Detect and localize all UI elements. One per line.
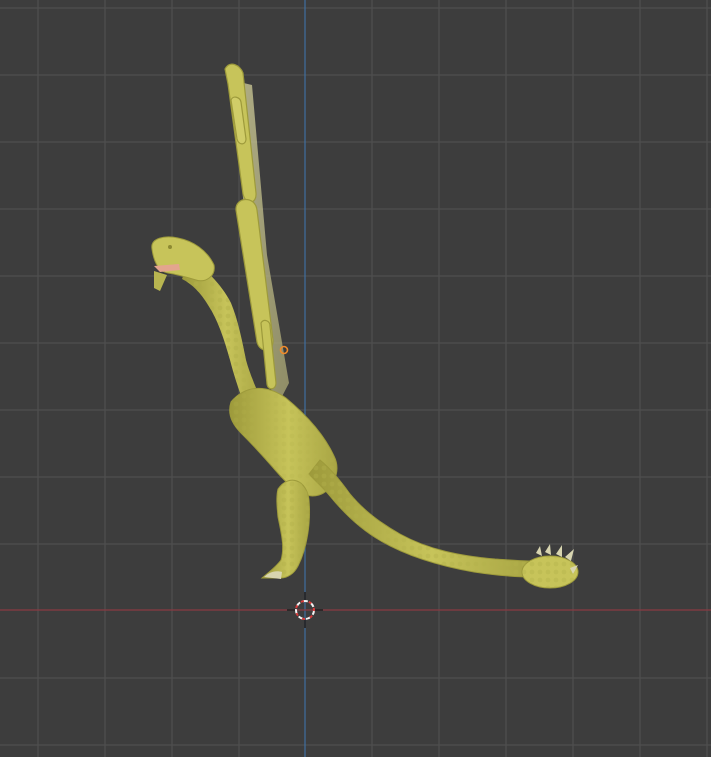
3d-cursor-icon[interactable] [0, 0, 711, 757]
3d-viewport[interactable] [0, 0, 711, 757]
